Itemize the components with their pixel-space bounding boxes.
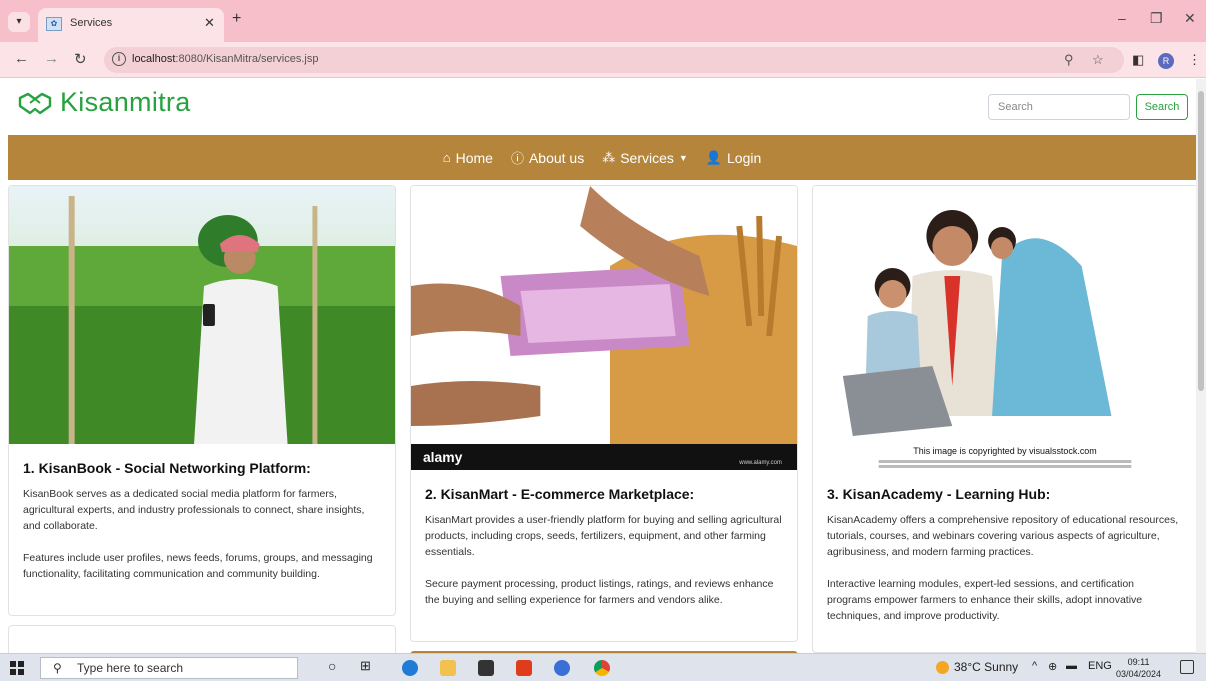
brand-name: Kisanmitra bbox=[60, 87, 191, 117]
copyright-caption: This image is copyrighted by visualsstoc… bbox=[913, 446, 1096, 456]
web-page: Kisanmitra Search Search ⌂ Home ⓘ About … bbox=[0, 79, 1196, 653]
alamy-watermark: alamy bbox=[423, 449, 463, 465]
cortana-icon[interactable]: ○ bbox=[328, 658, 336, 674]
menu-kebab-icon[interactable]: ⋮ bbox=[1188, 52, 1201, 68]
site-brand[interactable]: Kisanmitra bbox=[18, 87, 191, 118]
file-explorer-icon[interactable] bbox=[440, 660, 456, 676]
forward-icon[interactable]: → bbox=[44, 50, 59, 67]
scroll-thumb[interactable] bbox=[1198, 91, 1204, 391]
farmer-phone-image bbox=[9, 186, 395, 444]
main-navbar: ⌂ Home ⓘ About us ⁂ Services ▼ 👤 Login bbox=[8, 135, 1196, 180]
spinner-icon: ⁂ bbox=[602, 149, 616, 165]
service-card-kisanmart: alamy www.alamy.com 2. KisanMart - E-com… bbox=[410, 185, 798, 642]
card-title: 3. KisanAcademy - Learning Hub: bbox=[827, 486, 1051, 502]
service-card-kisanbook: 1. KisanBook - Social Networking Platfor… bbox=[8, 185, 396, 616]
card-description: KisanMart provides a user-friendly platf… bbox=[425, 514, 782, 606]
nav-services-dropdown[interactable]: ⁂ Services ▼ bbox=[602, 150, 688, 166]
windows-start-icon[interactable] bbox=[10, 661, 24, 675]
language-indicator[interactable]: ENG bbox=[1088, 660, 1112, 672]
notification-icon[interactable] bbox=[1180, 660, 1194, 674]
nav-about-us[interactable]: ⓘ About us bbox=[511, 148, 584, 167]
windows-taskbar: ⚲ Type here to search ○ ⊞ 38°C Sunny ^ ⊕… bbox=[0, 653, 1206, 681]
bookmark-star-icon[interactable]: ☆ bbox=[1092, 52, 1104, 68]
card-title: 1. KisanBook - Social Networking Platfor… bbox=[23, 460, 311, 476]
restore-icon[interactable]: ❐ bbox=[1150, 10, 1163, 27]
address-bar[interactable]: i localhost:8080/KisanMitra/services.jsp… bbox=[104, 47, 1124, 73]
back-icon[interactable]: ← bbox=[14, 50, 29, 67]
site-info-icon[interactable]: i bbox=[112, 52, 126, 66]
caret-down-icon: ▼ bbox=[678, 152, 688, 163]
site-search-button[interactable]: Search bbox=[1136, 94, 1188, 120]
site-search-input[interactable]: Search bbox=[988, 94, 1130, 120]
browser-toolbar: ← → ↻ i localhost:8080/KisanMitra/servic… bbox=[0, 42, 1206, 78]
app-hexagon-icon[interactable] bbox=[554, 660, 570, 676]
page-scrollbar[interactable] bbox=[1196, 79, 1206, 653]
card-title: 2. KisanMart - E-commerce Marketplace: bbox=[425, 486, 695, 502]
url-text[interactable]: localhost:8080/KisanMitra/services.jsp bbox=[132, 53, 318, 65]
reload-icon[interactable]: ↻ bbox=[74, 50, 87, 68]
window-close-icon[interactable]: ✕ bbox=[1184, 10, 1196, 27]
service-card-kisanacademy: This image is copyrighted by visualsstoc… bbox=[812, 185, 1196, 653]
favicon-icon: ✿ bbox=[46, 17, 62, 31]
zoom-icon[interactable]: ⚲ bbox=[1064, 52, 1074, 68]
family-laptop-image: This image is copyrighted by visualsstoc… bbox=[813, 186, 1196, 476]
nav-login[interactable]: 👤 Login bbox=[706, 150, 761, 166]
sun-icon bbox=[936, 660, 949, 674]
browser-tab-services[interactable]: ✿ Services ✕ bbox=[38, 8, 224, 42]
alamy-url: www.alamy.com bbox=[738, 460, 782, 466]
battery-icon[interactable]: ▬ bbox=[1066, 660, 1077, 672]
tab-search-button[interactable]: ▾ bbox=[8, 12, 30, 32]
network-icon[interactable]: ⊕ bbox=[1048, 660, 1057, 673]
browser-tab-bar: ▾ ✿ Services ✕ + – ❐ ✕ bbox=[0, 0, 1206, 42]
side-panel-icon[interactable]: ◧ bbox=[1132, 52, 1144, 68]
nav-home[interactable]: ⌂ Home bbox=[443, 150, 493, 166]
office-icon[interactable] bbox=[516, 660, 532, 676]
search-icon: ⚲ bbox=[53, 661, 62, 675]
weather-widget[interactable]: 38°C Sunny bbox=[936, 660, 1018, 674]
minimize-icon[interactable]: – bbox=[1118, 10, 1126, 26]
task-view-icon[interactable]: ⊞ bbox=[360, 658, 371, 674]
profile-avatar[interactable]: R bbox=[1158, 53, 1174, 69]
money-wheat-image: alamy www.alamy.com bbox=[411, 186, 797, 470]
tab-title: Services bbox=[70, 17, 113, 29]
info-icon: ⓘ bbox=[510, 151, 524, 166]
tab-close-icon[interactable]: ✕ bbox=[204, 15, 215, 31]
new-tab-icon[interactable]: + bbox=[232, 10, 241, 28]
system-clock[interactable]: 09:11 03/04/2024 bbox=[1116, 656, 1161, 680]
edge-icon[interactable] bbox=[402, 660, 418, 676]
chrome-icon[interactable] bbox=[594, 660, 610, 676]
handshake-icon bbox=[18, 92, 52, 114]
service-card-next bbox=[8, 625, 396, 653]
tray-chevron-icon[interactable]: ^ bbox=[1032, 660, 1037, 672]
card-description: KisanBook serves as a dedicated social m… bbox=[23, 488, 373, 580]
home-icon: ⌂ bbox=[442, 150, 451, 165]
user-plus-icon: 👤 bbox=[705, 149, 723, 165]
card-description: KisanAcademy offers a comprehensive repo… bbox=[827, 514, 1179, 622]
mail-icon[interactable] bbox=[478, 660, 494, 676]
taskbar-search-input[interactable]: ⚲ Type here to search bbox=[40, 657, 298, 679]
